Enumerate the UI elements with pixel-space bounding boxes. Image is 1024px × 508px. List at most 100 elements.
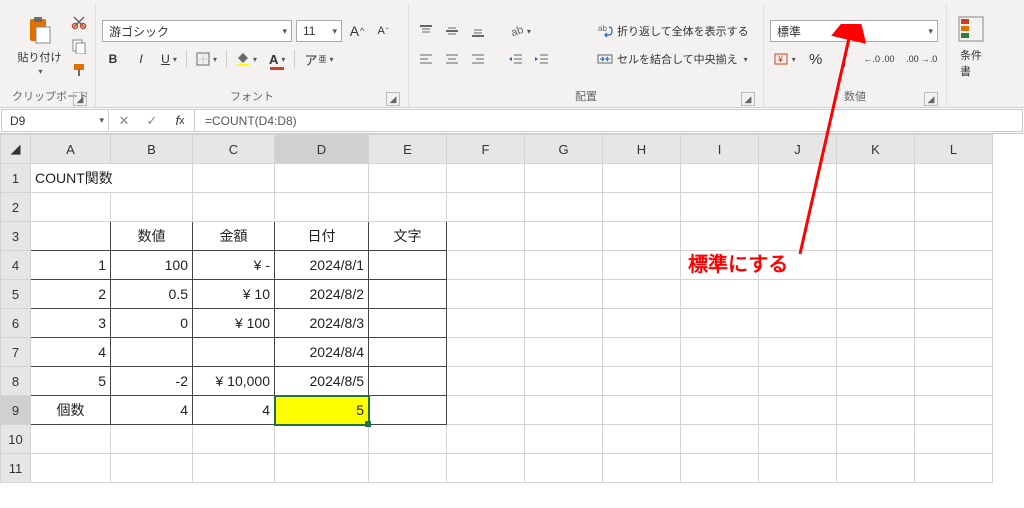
cell[interactable] <box>837 454 915 483</box>
cell[interactable] <box>681 338 759 367</box>
underline-button[interactable]: U▾ <box>158 48 180 70</box>
cell[interactable]: 4 <box>31 338 111 367</box>
cell[interactable] <box>369 309 447 338</box>
cell[interactable] <box>275 425 369 454</box>
cell[interactable] <box>681 425 759 454</box>
cell[interactable] <box>603 164 681 193</box>
decrease-font-button[interactable]: Aˇ <box>372 20 394 42</box>
cell[interactable]: 0 <box>111 309 193 338</box>
cell[interactable] <box>525 309 603 338</box>
borders-button[interactable]: ▾ <box>193 48 220 70</box>
cell[interactable] <box>447 164 525 193</box>
cell[interactable] <box>915 164 993 193</box>
row-header[interactable]: 10 <box>1 425 31 454</box>
cell[interactable] <box>369 164 447 193</box>
col-header[interactable]: E <box>369 135 447 164</box>
cell[interactable]: 個数 <box>31 396 111 425</box>
cell[interactable] <box>111 425 193 454</box>
merge-center-button[interactable]: セルを結合して中央揃え ▾ <box>597 48 757 70</box>
cell[interactable] <box>447 251 525 280</box>
cell[interactable] <box>275 164 369 193</box>
dialog-launcher-icon[interactable]: ◢ <box>73 92 87 106</box>
cell[interactable] <box>603 367 681 396</box>
cell[interactable] <box>447 338 525 367</box>
cell[interactable] <box>525 396 603 425</box>
cell[interactable]: ¥ - <box>193 251 275 280</box>
cell[interactable] <box>759 338 837 367</box>
cell[interactable] <box>837 367 915 396</box>
cell[interactable] <box>915 251 993 280</box>
align-top-button[interactable] <box>415 20 437 42</box>
row-header[interactable]: 2 <box>1 193 31 222</box>
cell[interactable] <box>447 309 525 338</box>
col-header[interactable]: H <box>603 135 681 164</box>
cell[interactable]: 2024/8/5 <box>275 367 369 396</box>
cell[interactable] <box>111 193 193 222</box>
cell[interactable] <box>837 338 915 367</box>
cell[interactable] <box>681 280 759 309</box>
cell[interactable] <box>915 338 993 367</box>
col-header[interactable]: K <box>837 135 915 164</box>
cell[interactable] <box>603 251 681 280</box>
cell[interactable] <box>837 396 915 425</box>
cell[interactable] <box>525 193 603 222</box>
fill-color-button[interactable]: ▾ <box>233 48 260 70</box>
cell[interactable]: 4 <box>193 396 275 425</box>
cell[interactable] <box>525 367 603 396</box>
col-header[interactable]: C <box>193 135 275 164</box>
cell[interactable] <box>759 280 837 309</box>
cell[interactable]: 4 <box>111 396 193 425</box>
cell[interactable] <box>603 280 681 309</box>
cell[interactable] <box>759 454 837 483</box>
cell[interactable] <box>915 309 993 338</box>
phonetic-button[interactable]: ア亜▾ <box>301 48 336 70</box>
align-right-button[interactable] <box>467 48 489 70</box>
increase-decimal-button[interactable]: ←.0.00 <box>861 48 898 70</box>
cell[interactable] <box>31 222 111 251</box>
percent-button[interactable]: % <box>805 48 827 70</box>
col-header[interactable]: L <box>915 135 993 164</box>
cell[interactable] <box>837 164 915 193</box>
cell[interactable] <box>275 193 369 222</box>
col-header[interactable]: A <box>31 135 111 164</box>
comma-button[interactable]: , <box>833 48 855 70</box>
cell[interactable] <box>369 396 447 425</box>
cell[interactable] <box>369 454 447 483</box>
cell[interactable] <box>603 222 681 251</box>
cell[interactable] <box>915 396 993 425</box>
row-header[interactable]: 8 <box>1 367 31 396</box>
row-header[interactable]: 7 <box>1 338 31 367</box>
cell[interactable] <box>759 164 837 193</box>
cell[interactable] <box>681 454 759 483</box>
cell[interactable] <box>603 454 681 483</box>
cell[interactable] <box>369 367 447 396</box>
paste-button[interactable]: 貼り付け ▾ <box>14 15 66 76</box>
cell[interactable] <box>447 396 525 425</box>
increase-font-button[interactable]: A^ <box>346 20 368 42</box>
cell[interactable] <box>759 222 837 251</box>
col-header[interactable]: F <box>447 135 525 164</box>
decrease-indent-button[interactable] <box>505 48 527 70</box>
cell[interactable] <box>759 193 837 222</box>
select-all-corner[interactable]: ◢ <box>1 135 31 164</box>
cell[interactable]: 日付 <box>275 222 369 251</box>
cell[interactable] <box>837 309 915 338</box>
cell[interactable] <box>603 309 681 338</box>
bold-button[interactable]: B <box>102 48 124 70</box>
cell[interactable] <box>111 454 193 483</box>
cell[interactable] <box>525 251 603 280</box>
cell[interactable] <box>275 454 369 483</box>
active-cell[interactable]: 5 <box>275 396 369 425</box>
conditional-formatting-button[interactable]: 条件書 <box>953 15 989 79</box>
cell[interactable] <box>837 280 915 309</box>
increase-indent-button[interactable] <box>531 48 553 70</box>
cell[interactable] <box>759 396 837 425</box>
number-format-combo[interactable]: 標準 ▾ <box>770 20 938 42</box>
row-header[interactable]: 11 <box>1 454 31 483</box>
cell[interactable]: 5 <box>31 367 111 396</box>
cell[interactable]: 3 <box>31 309 111 338</box>
accounting-format-button[interactable]: ¥▾ <box>770 48 799 70</box>
row-header[interactable]: 1 <box>1 164 31 193</box>
cell[interactable] <box>759 425 837 454</box>
align-left-button[interactable] <box>415 48 437 70</box>
